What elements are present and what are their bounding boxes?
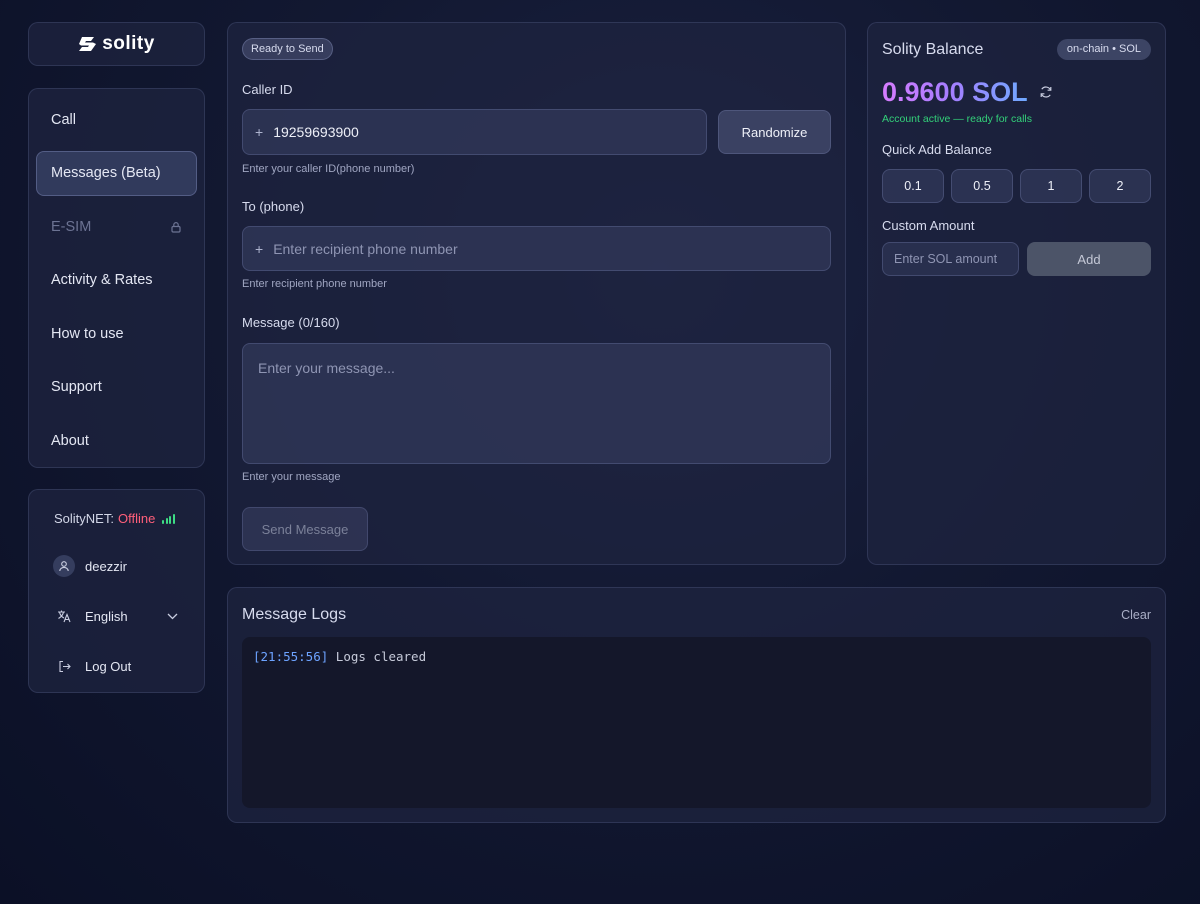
quick-add-button[interactable]: 0.1 [882, 169, 944, 203]
log-text: Logs cleared [335, 649, 427, 664]
account-status: Account active — ready for calls [882, 113, 1032, 125]
username: deezzir [85, 558, 127, 574]
caller-id-label: Caller ID [242, 82, 293, 97]
recipient-placeholder: Enter recipient phone number [273, 240, 458, 257]
sidebar-item-about[interactable]: About [36, 418, 197, 463]
message-placeholder: Enter your message... [258, 360, 395, 376]
recipient-hint: Enter recipient phone number [242, 278, 387, 290]
language-value: English [85, 608, 128, 624]
sidebar-item-messages[interactable]: Messages (Beta) [36, 150, 197, 196]
logo-card: solity [28, 22, 205, 66]
sidebar-nav: Call Messages (Beta) E-SIM Activity & Ra… [28, 88, 205, 468]
sidebar-item-call[interactable]: Call [36, 97, 197, 142]
solity-logo-icon [79, 37, 97, 51]
randomize-button[interactable]: Randomize [718, 110, 831, 154]
brand-name: solity [102, 33, 155, 54]
sidebar-item-activity[interactable]: Activity & Rates [36, 258, 197, 303]
user-icon [53, 555, 75, 577]
send-message-button[interactable]: Send Message [242, 507, 368, 551]
sidebar-item-label: Messages (Beta) [51, 165, 161, 181]
caller-id-input[interactable]: + 19259693900 [242, 109, 707, 155]
add-balance-button[interactable]: Add [1027, 242, 1151, 276]
log-timestamp: [21:55:56] [253, 649, 329, 664]
user-profile[interactable]: deezzir [43, 554, 190, 578]
logs-title: Message Logs [242, 606, 347, 623]
sidebar-item-label: Support [51, 379, 102, 395]
message-hint: Enter your message [242, 471, 341, 483]
log-entry: [21:55:56] Logs cleared [253, 649, 1140, 664]
quick-add-button[interactable]: 2 [1089, 169, 1151, 203]
to-phone-label: To (phone) [242, 199, 305, 214]
recipient-phone-input[interactable]: + Enter recipient phone number [242, 226, 831, 271]
sidebar-item-label: E-SIM [51, 218, 92, 235]
refresh-icon[interactable] [1039, 85, 1053, 99]
account-card: SolityNET: Offline deezzir English Log O… [28, 489, 205, 693]
log-output: [21:55:56] Logs cleared [242, 637, 1151, 808]
brand-logo[interactable]: solity [78, 33, 155, 55]
sol-amount-placeholder: Enter SOL amount [894, 252, 998, 266]
logout-button[interactable]: Log Out [43, 654, 190, 678]
caller-prefix: + [255, 124, 264, 140]
caller-id-value: 19259693900 [273, 124, 359, 140]
chevron-down-icon [167, 613, 178, 619]
lock-icon [171, 221, 181, 233]
quick-add-button[interactable]: 1 [1020, 169, 1082, 203]
status-badge: Ready to Send [242, 38, 333, 60]
translate-icon [53, 609, 75, 623]
message-textarea[interactable]: Enter your message... [242, 343, 831, 464]
quick-add-label: Quick Add Balance [882, 142, 992, 157]
sidebar-item-label: Activity & Rates [51, 272, 153, 288]
message-form-card: Ready to Send Caller ID + 19259693900 Ra… [227, 22, 846, 565]
chain-badge: on-chain • SOL [1056, 39, 1151, 60]
sidebar-item-support[interactable]: Support [36, 365, 197, 410]
custom-amount-label: Custom Amount [882, 218, 975, 233]
message-label: Message (0/160) [242, 315, 340, 330]
clear-logs-button[interactable]: Clear [1121, 608, 1151, 622]
sidebar-item-label: How to use [51, 325, 124, 342]
balance-card: Solity Balance on-chain • SOL 0.9600 SOL… [867, 22, 1166, 565]
balance-title: Solity Balance [882, 41, 984, 58]
recipient-prefix: + [255, 240, 264, 257]
network-status: SolityNET: Offline [43, 508, 190, 528]
network-label: SolityNET: [54, 510, 114, 526]
network-status-value: Offline [117, 510, 156, 526]
caller-id-hint: Enter your caller ID(phone number) [242, 163, 415, 175]
balance-amount: 0.9600 SOL [882, 77, 1028, 107]
sidebar-item-label: Call [51, 111, 76, 128]
signal-icon [162, 513, 175, 524]
language-select[interactable]: English [43, 604, 190, 628]
logout-label: Log Out [85, 658, 132, 674]
quick-add-button[interactable]: 0.5 [951, 169, 1013, 203]
sidebar-item-esim[interactable]: E-SIM [36, 204, 197, 249]
sol-amount-input[interactable]: Enter SOL amount [882, 242, 1019, 276]
sidebar-item-label: About [51, 432, 89, 449]
sidebar-item-how-to-use[interactable]: How to use [36, 311, 197, 356]
message-logs-card: Message Logs Clear [21:55:56] Logs clear… [227, 587, 1166, 823]
logout-icon [53, 660, 75, 673]
